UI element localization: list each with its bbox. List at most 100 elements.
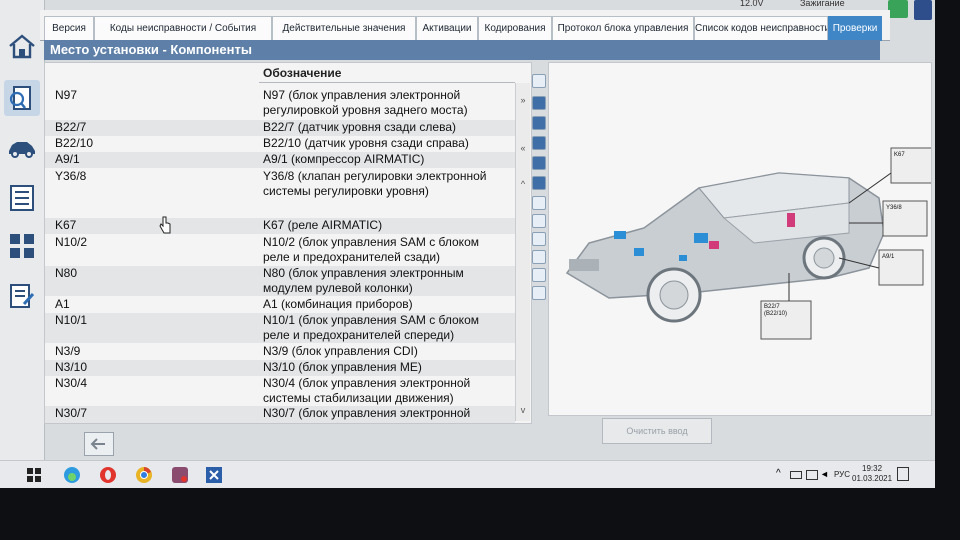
image-toolbar [530, 70, 546, 310]
callout-b22-10: (B22/10) [764, 311, 787, 317]
list-item[interactable]: B22/10 B22/10 (датчик уровня сзади справ… [45, 136, 515, 152]
component-code: K67 [55, 218, 77, 232]
left-sidebar [0, 0, 45, 460]
clock-date: 01.03.2021 [852, 474, 893, 483]
tab-fault-code-list[interactable]: Список кодов неисправности [694, 16, 828, 41]
list-item[interactable]: N10/2 N10/2 (блок управления SAM с блоко… [45, 235, 515, 265]
notifications-icon[interactable] [897, 467, 909, 481]
voltage-readout: 12.0V [740, 0, 764, 8]
component-description: N80 (блок управления электронным модулем… [263, 266, 464, 295]
network-icon[interactable] [806, 470, 818, 480]
book-icon[interactable] [914, 0, 932, 20]
pan-tool-icon[interactable] [532, 74, 546, 88]
column-header-designation: Обозначение [259, 63, 515, 83]
diagnostic-screen: 12.0V Зажигание Версия Коды неисправност… [0, 0, 935, 488]
component-code: N3/10 [55, 360, 88, 374]
opera-icon[interactable] [98, 465, 118, 485]
list-item[interactable]: N30/4 N30/4 (блок управления электронной… [45, 376, 515, 406]
tab-version[interactable]: Версия [44, 16, 94, 41]
help-h-icon[interactable] [532, 176, 546, 190]
component-code: B22/7 [55, 120, 87, 134]
fit-window-icon[interactable] [532, 156, 546, 170]
component-code: Y36/8 [55, 169, 87, 183]
clock-time: 19:32 [862, 464, 883, 473]
component-code: A1 [55, 297, 70, 311]
zoom-in-icon[interactable] [532, 96, 546, 110]
component-description: A9/1 (компрессор AIRMATIC) [263, 152, 425, 166]
status-area: 12.0V Зажигание [700, 0, 860, 10]
tab-fault-codes[interactable]: Коды неисправности / События [94, 16, 272, 41]
list-item[interactable]: Y36/8 Y36/8 (клапан регулировки электрон… [45, 169, 515, 215]
copy-image-icon[interactable] [532, 232, 546, 246]
component-description: N30/4 (блок управления электронной систе… [263, 376, 471, 405]
battery-icon[interactable] [790, 471, 802, 479]
hand-cursor-icon [159, 216, 171, 234]
tab-checks[interactable]: Проверки [828, 16, 882, 41]
zoom-fit-icon[interactable] [532, 136, 546, 150]
diagnosis-list-icon [9, 86, 31, 110]
list-item[interactable]: N3/9 N3/9 (блок управления CDI) [45, 344, 515, 360]
arrow-left-icon [90, 438, 105, 450]
list-item[interactable]: N80 N80 (блок управления электронным мод… [45, 266, 515, 296]
back-button[interactable] [84, 432, 114, 456]
list-item[interactable]: B22/7 B22/7 (датчик уровня сзади слева) [45, 120, 515, 136]
list-scrollbar[interactable]: » « ^ v [515, 83, 530, 421]
rotate-icon[interactable] [532, 196, 546, 210]
layers-icon[interactable] [532, 286, 546, 300]
print-image-icon[interactable] [532, 214, 546, 228]
scroll-expand-button[interactable]: » [517, 93, 529, 107]
component-description: N30/7 (блок управления электронной систе… [263, 406, 471, 423]
tab-bar: Версия Коды неисправности / События Дейс… [40, 10, 890, 41]
tray-chevron-icon[interactable]: ^ [776, 468, 781, 479]
list-item[interactable]: K67 K67 (реле AIRMATIC) [45, 218, 515, 234]
diagnosis-button[interactable] [4, 80, 40, 116]
home-button[interactable] [4, 28, 40, 64]
component-code: N80 [55, 266, 78, 280]
scroll-up-button[interactable]: ^ [517, 177, 529, 191]
list-item[interactable]: N10/1 N10/1 (блок управления SAM с блоко… [45, 313, 515, 343]
scroll-down-button[interactable]: v [517, 403, 529, 417]
clear-input-button[interactable]: Очистить ввод [602, 418, 712, 444]
info-icon[interactable] [532, 268, 546, 282]
list-item[interactable]: N30/7 N30/7 (блок управления электронной… [45, 406, 515, 423]
language-indicator[interactable]: РУС [834, 470, 850, 479]
save-image-icon[interactable] [532, 250, 546, 264]
volume-icon[interactable]: ◄ [820, 469, 829, 479]
scroll-collapse-button[interactable]: « [517, 141, 529, 155]
list-button[interactable] [4, 180, 40, 216]
printer-icon[interactable] [888, 0, 908, 18]
component-description: K67 (реле AIRMATIC) [263, 218, 383, 232]
tab-control-unit-log[interactable]: Протокол блока управления [552, 16, 694, 41]
list-item[interactable]: N3/10 N3/10 (блок управления ME) [45, 360, 515, 376]
list-item[interactable]: A9/1 A9/1 (компрессор AIRMATIC) [45, 152, 515, 168]
modules-button[interactable] [4, 228, 40, 264]
callout-b22-7: B22/7 [764, 304, 780, 310]
tab-codings[interactable]: Кодирования [478, 16, 552, 41]
component-description: B22/10 (датчик уровня сзади справа) [263, 136, 469, 150]
home-icon [9, 34, 35, 59]
tab-actual-values[interactable]: Действительные значения [272, 16, 416, 41]
component-code: A9/1 [55, 152, 80, 166]
checklist-icon [10, 185, 34, 211]
edge-browser-icon[interactable] [62, 465, 82, 485]
app-icon[interactable] [170, 465, 190, 485]
component-description: N3/10 (блок управления ME) [263, 360, 422, 374]
vehicle-button[interactable] [4, 130, 40, 166]
component-description: N10/1 (блок управления SAM с блоком реле… [263, 313, 479, 342]
ignition-readout: Зажигание [800, 0, 845, 8]
component-list: Обозначение N97 N97 (блок управления эле… [44, 62, 532, 424]
zoom-out-icon[interactable] [532, 116, 546, 130]
chrome-icon[interactable] [134, 465, 154, 485]
component-code: N10/1 [55, 313, 88, 327]
component-location-image[interactable]: K67 Y36/8 A9/1 B22/7 (B22/10) [548, 62, 932, 416]
component-code: N30/4 [55, 376, 88, 390]
component-description: N3/9 (блок управления CDI) [263, 344, 418, 358]
tab-activations[interactable]: Активации [416, 16, 478, 41]
list-item[interactable]: A1 A1 (комбинация приборов) [45, 297, 515, 313]
documents-button[interactable] [4, 278, 40, 314]
xentry-app-icon[interactable] [204, 465, 224, 485]
windows-start-icon[interactable] [24, 465, 44, 485]
system-clock[interactable]: 19:32 01.03.2021 [852, 464, 892, 484]
grid-modules-icon [10, 234, 34, 258]
component-description: A1 (комбинация приборов) [263, 297, 413, 311]
